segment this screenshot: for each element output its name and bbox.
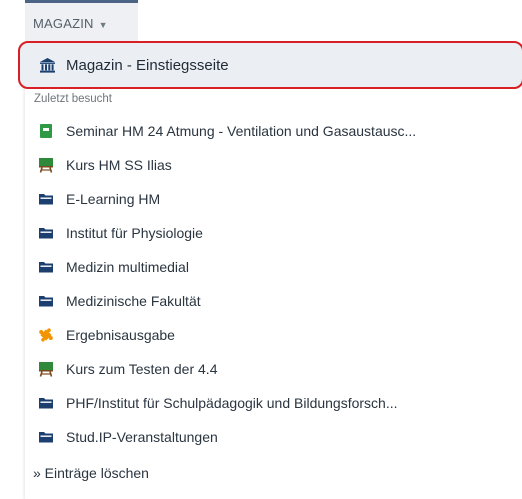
folder-icon <box>38 225 54 241</box>
start-page-item[interactable]: Magazin - Einstiegsseite <box>18 41 522 89</box>
recent-section-label: Zuletzt besucht <box>34 93 112 105</box>
recent-item-label: PHF/Institut für Schulpädagogik und Bild… <box>66 395 398 411</box>
course-icon <box>38 157 54 173</box>
recent-item-label: Stud.IP-Veranstaltungen <box>66 429 218 445</box>
recent-item-seminar[interactable]: Seminar HM 24 Atmung - Ventilation und G… <box>0 114 522 148</box>
start-page-label: Magazin - Einstiegsseite <box>66 56 229 74</box>
folder-icon <box>38 429 54 445</box>
recent-item-label: Kurs HM SS Ilias <box>66 157 172 173</box>
recent-item-elearning[interactable]: E-Learning HM <box>0 182 522 216</box>
folder-icon <box>38 191 54 207</box>
course-icon <box>38 361 54 377</box>
recent-item-label: Kurs zum Testen der 4.4 <box>66 361 218 377</box>
repository-icon <box>39 57 56 74</box>
folder-icon <box>38 259 54 275</box>
folder-icon <box>38 293 54 309</box>
recent-item-label: Ergebnisausgabe <box>66 327 175 343</box>
recent-item-studip[interactable]: Stud.IP-Veranstaltungen <box>0 420 522 454</box>
recent-item-ergebnisausgabe[interactable]: Ergebnisausgabe <box>0 318 522 352</box>
chevron-down-icon: ▼ <box>98 19 108 30</box>
recent-item-label: Institut für Physiologie <box>66 225 203 241</box>
recent-item-phf[interactable]: PHF/Institut für Schulpädagogik und Bild… <box>0 386 522 420</box>
recent-item-physiologie[interactable]: Institut für Physiologie <box>0 216 522 250</box>
recent-item-label: Seminar HM 24 Atmung - Ventilation und G… <box>66 123 417 139</box>
recent-list: Seminar HM 24 Atmung - Ventilation und G… <box>0 114 522 454</box>
recent-item-kurs-testen[interactable]: Kurs zum Testen der 4.4 <box>0 352 522 386</box>
recent-item-kurs-hm[interactable]: Kurs HM SS Ilias <box>0 148 522 182</box>
clear-history-link[interactable]: » Einträge löschen <box>33 465 149 481</box>
recent-item-label: Medizinische Fakultät <box>66 293 201 309</box>
page-icon <box>38 123 54 139</box>
recent-item-label: Medizin multimedial <box>66 259 189 275</box>
puzzle-icon <box>38 327 54 343</box>
recent-item-fakultaet[interactable]: Medizinische Fakultät <box>0 284 522 318</box>
recent-item-label: E-Learning HM <box>66 191 161 207</box>
folder-icon <box>38 395 54 411</box>
recent-item-multimedial[interactable]: Medizin multimedial <box>0 250 522 284</box>
magazin-tab-label: MAGAZIN <box>33 16 94 31</box>
magazin-tab[interactable]: MAGAZIN ▼ <box>25 0 138 44</box>
